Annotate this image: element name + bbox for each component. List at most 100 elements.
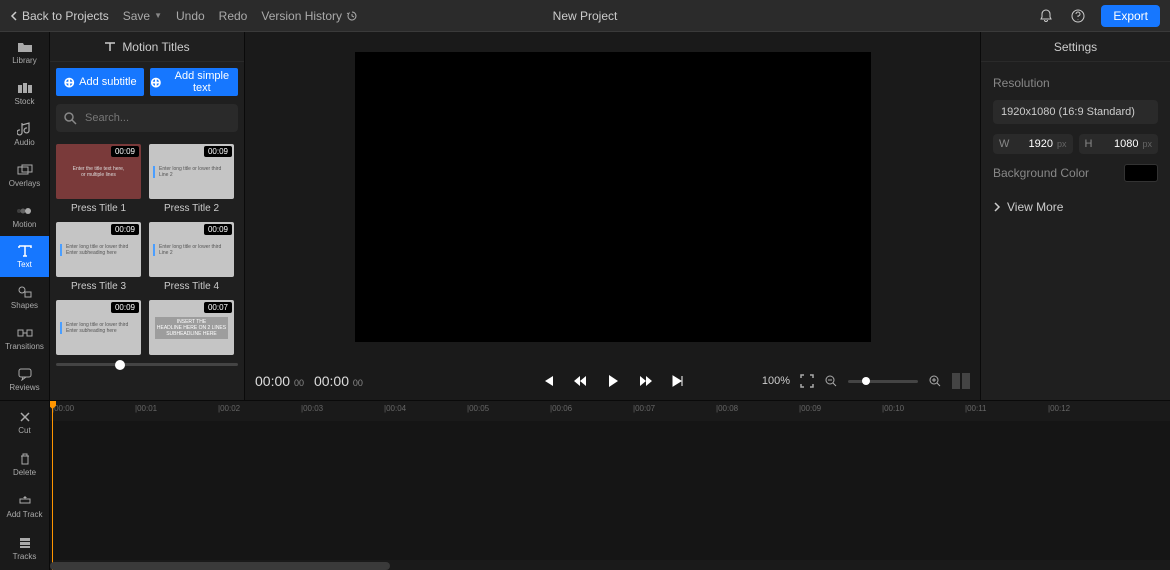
nav-stock[interactable]: Stock [0,73,49,114]
export-button[interactable]: Export [1101,5,1160,27]
height-value: 1080 [1096,138,1138,150]
dimension-inputs: W 1920 px H 1080 px [993,134,1158,154]
slider-track [56,363,238,366]
add-track-tool[interactable]: Add Track [0,486,49,528]
preview-controls: 00:00 00 00:00 00 100% [245,362,980,400]
tool-label: Add Track [6,510,42,519]
redo-button[interactable]: Redo [219,9,248,23]
undo-button[interactable]: Undo [176,9,205,23]
template-item[interactable]: 00:09 Enter long title or lower thirdEnt… [56,300,141,355]
nav-library[interactable]: Library [0,32,49,73]
delete-tool[interactable]: Delete [0,443,49,485]
save-menu[interactable]: Save ▼ [123,9,162,23]
time-current-ms: 00 [294,378,304,388]
tool-label: Delete [13,468,36,477]
help-icon[interactable] [1069,7,1087,25]
motion-icon [17,204,33,218]
timeline: Cut Delete Add Track Tracks |00:00 |00:0… [0,400,1170,570]
height-input[interactable]: H 1080 px [1079,134,1159,154]
template-item[interactable]: 00:09 Enter long title or lower thirdEnt… [56,222,141,292]
play-icon[interactable] [605,373,621,389]
template-item[interactable]: 00:09 Enter the title text here,or multi… [56,144,141,214]
template-item[interactable]: 00:09 Enter long title or lower thirdLin… [149,144,234,214]
template-thumb: 00:09 Enter long title or lower thirdEnt… [56,300,141,355]
thumbnail-size-slider[interactable] [50,359,244,370]
ruler-tick: |00:08 [716,404,738,413]
template-name: Press Title 1 [56,203,141,214]
nav-shapes[interactable]: Shapes [0,277,49,318]
version-history-button[interactable]: Version History [261,9,358,23]
thumb-preview-text: INSERT THEHEADLINE HERE ON 2 LINESSUBHEA… [155,317,228,339]
ruler-tick: |00:01 [135,404,157,413]
audio-icon [17,122,33,136]
template-duration: 00:09 [111,224,139,235]
add-track-icon [18,494,32,508]
fullscreen-icon[interactable] [800,374,814,388]
version-history-label: Version History [261,9,342,23]
time-total: 00:00 [314,373,349,389]
timecode-current: 00:00 00 [255,373,304,389]
notifications-icon[interactable] [1037,7,1055,25]
text-panel: Motion Titles ⊕ Add subtitle ⊕ Add simpl… [50,32,245,400]
template-duration: 00:09 [204,146,232,157]
template-grid: 00:09 Enter the title text here,or multi… [50,140,244,359]
zoom-out-icon[interactable] [824,374,838,388]
preview-canvas [245,32,980,362]
back-to-projects-button[interactable]: Back to Projects [10,9,109,23]
resolution-select[interactable]: 1920x1080 (16:9 Standard) [993,100,1158,124]
nav-text[interactable]: Text [0,236,49,277]
chevron-left-icon [10,11,18,21]
nav-overlays[interactable]: Overlays [0,155,49,196]
width-input[interactable]: W 1920 px [993,134,1073,154]
nav-label: Transitions [5,342,44,351]
view-more-toggle[interactable]: View More [993,200,1158,214]
bg-color-swatch[interactable] [1124,164,1158,182]
width-unit: px [1057,139,1067,149]
tracks-tool[interactable]: Tracks [0,528,49,570]
height-label: H [1085,138,1093,150]
folder-icon [17,40,33,54]
tool-label: Cut [18,426,30,435]
nav-reviews[interactable]: Reviews [0,359,49,400]
plus-icon: ⊕ [150,74,162,91]
skip-end-icon[interactable] [671,374,685,388]
transitions-icon [17,326,33,340]
zoom-slider-knob[interactable] [862,377,870,385]
zoom-slider[interactable] [848,380,918,383]
rewind-icon[interactable] [573,374,587,388]
ruler-tick: |00:11 [965,404,987,413]
timeline-tracks[interactable] [50,421,1170,560]
slider-knob[interactable] [115,360,125,370]
nav-audio[interactable]: Audio [0,114,49,155]
nav-label: Overlays [9,179,41,188]
video-viewport[interactable] [355,52,871,342]
ruler-tick: |00:02 [218,404,240,413]
template-item[interactable]: 00:07 INSERT THEHEADLINE HERE ON 2 LINES… [149,300,234,355]
timeline-scrollbar[interactable] [50,562,390,570]
add-simple-text-button[interactable]: ⊕ Add simple text [150,68,238,96]
ruler-tick: |00:03 [301,404,323,413]
template-duration: 00:09 [111,146,139,157]
chevron-down-icon: ▼ [154,11,162,20]
text-icon [17,244,33,258]
skip-start-icon[interactable] [541,374,555,388]
ruler-tick: |00:09 [799,404,821,413]
ruler-tick: |00:06 [550,404,572,413]
zoom-in-icon[interactable] [928,374,942,388]
template-name: Press Title 2 [149,203,234,214]
template-item[interactable]: 00:09 Enter long title or lower thirdLin… [149,222,234,292]
nav-motion[interactable]: Motion [0,196,49,237]
add-subtitle-button[interactable]: ⊕ Add subtitle [56,68,144,96]
search-bar[interactable] [56,104,238,132]
project-title: New Project [553,9,618,23]
search-input[interactable] [85,112,230,124]
compare-toggle[interactable] [952,373,970,389]
nav-transitions[interactable]: Transitions [0,318,49,359]
cut-tool[interactable]: Cut [0,401,49,443]
fast-forward-icon[interactable] [639,374,653,388]
playhead[interactable] [52,401,53,570]
timeline-ruler[interactable]: |00:00 |00:01 |00:02 |00:03 |00:04 |00:0… [50,401,1170,421]
template-thumb: 00:09 Enter long title or lower thirdLin… [149,222,234,277]
ruler-tick: |00:10 [882,404,904,413]
timeline-main[interactable]: |00:00 |00:01 |00:02 |00:03 |00:04 |00:0… [50,401,1170,570]
